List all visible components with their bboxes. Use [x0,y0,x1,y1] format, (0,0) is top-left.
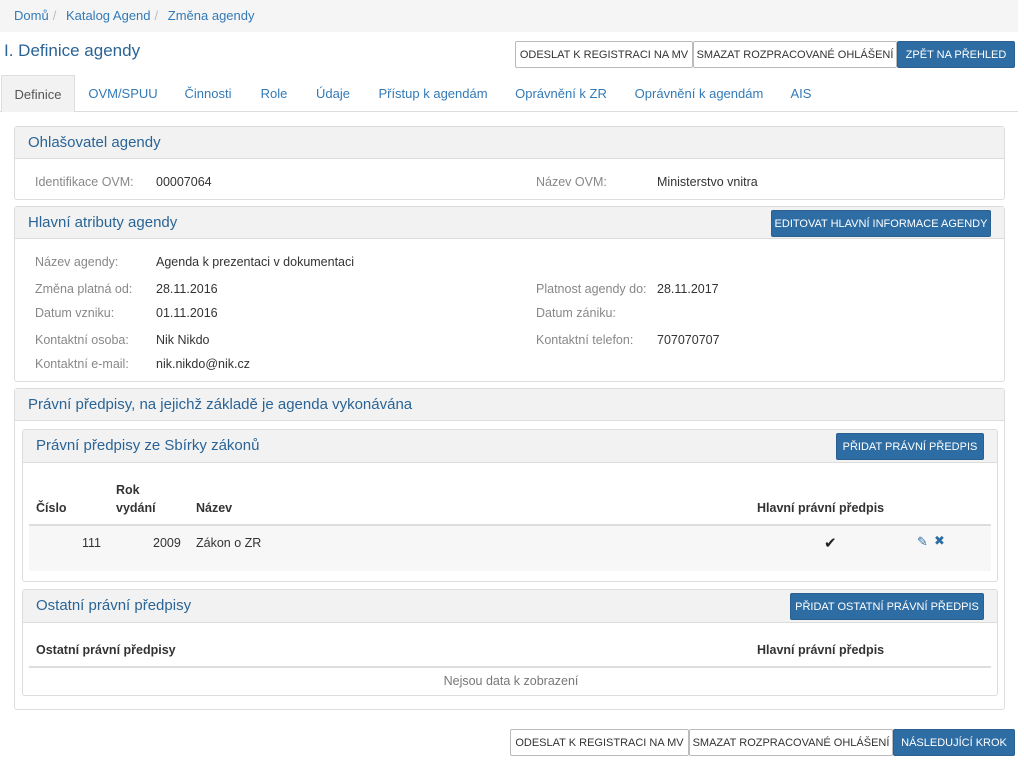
edit-pencil-icon[interactable]: ✎ [917,534,928,550]
other-laws-panel: Ostatní právní předpisy PŘIDAT OSTATNÍ P… [22,589,998,696]
table-row: 111 2009 Zákon o ZR ✔ ✎ ✖ [29,526,991,571]
edit-main-info-button[interactable]: EDITOVAT HLAVNÍ INFORMACE AGENDY [771,210,991,237]
col-other-main-header: Hlavní právní předpis [757,643,885,657]
contact-email-value: nik.nikdo@nik.cz [156,357,250,371]
ovm-name-label: Název OVM: [536,175,607,189]
send-to-registration-button[interactable]: ODESLAT K REGISTRACI NA MV [515,41,693,68]
contact-person-value: Nik Nikdo [156,333,210,347]
main-attributes-panel: Hlavní atributy agendy EDITOVAT HLAVNÍ I… [14,206,1005,382]
delete-draft-button[interactable]: SMAZAT ROZPRACOVANÉ OHLÁŠENÍ [693,41,897,68]
breadcrumb-separator: / [52,8,57,23]
next-step-button[interactable]: NÁSLEDUJÍCÍ KROK [893,729,1015,756]
validity-value: 28.11.2017 [657,282,719,296]
delete-x-icon[interactable]: ✖ [934,533,945,549]
tab-opravneni-k-zr[interactable]: Oprávnění k ZR [508,75,614,112]
collection-laws-panel: Právní předpisy ze Sbírky zákonů PŘIDAT … [22,429,998,582]
contact-phone-value: 707070707 [657,333,720,347]
bottom-send-to-registration-button[interactable]: ODESLAT K REGISTRACI NA MV [510,729,689,756]
breadcrumb-home[interactable]: Domů [14,8,49,23]
col-name-header: Název [196,501,233,515]
page-title: I. Definice agendy [4,41,141,60]
contact-email-label: Kontaktní e-mail: [35,357,129,371]
add-other-law-button[interactable]: PŘIDAT OSTATNÍ PRÁVNÍ PŘEDPIS [790,593,984,620]
row-number: 111 [82,536,102,550]
validity-label: Platnost agendy do: [536,282,647,296]
col-year-header-line2: vydání [116,501,156,515]
add-law-button[interactable]: PŘIDAT PRÁVNÍ PŘEDPIS [836,433,984,460]
announcer-panel: Ohlašovatel agendy Identifikace OVM: 000… [14,126,1005,200]
tab-cinnosti[interactable]: Činnosti [176,75,240,112]
agenda-name-label: Název agendy: [35,255,119,269]
legal-panel: Právní předpisy, na jejichž základě je a… [14,388,1005,710]
col-year-header-line1: Rok [116,483,140,497]
table-header-divider [29,666,991,668]
bottom-delete-draft-button[interactable]: SMAZAT ROZPRACOVANÉ OHLÁŠENÍ [689,729,893,756]
tab-udaje[interactable]: Údaje [308,75,358,112]
tab-definice[interactable]: Definice [1,75,75,112]
created-value: 01.11.2016 [156,306,218,320]
tab-pristup-k-agendam[interactable]: Přístup k agendám [372,75,494,112]
col-other-name-header: Ostatní právní předpisy [36,643,176,657]
ovm-name-value: Ministerstvo vnitra [657,175,758,189]
tab-opravneni-k-agendam[interactable]: Oprávnění k agendám [628,75,770,112]
created-label: Datum vzniku: [35,306,115,320]
empty-table-message: Nejsou data k zobrazení [443,674,579,688]
tab-ais[interactable]: AIS [784,75,818,112]
breadcrumb: Domů / Katalog Agend / Změna agendy [0,0,1018,32]
contact-phone-label: Kontaktní telefon: [536,333,634,347]
back-to-overview-button[interactable]: ZPĚT NA PŘEHLED [897,41,1015,68]
tab-bar: Definice OVM/SPUU Činnosti Role Údaje Př… [0,75,1018,112]
legal-panel-title: Právní předpisy, na jejichž základě je a… [15,389,1004,421]
ovm-id-value: 00007064 [156,175,212,189]
breadcrumb-catalog[interactable]: Katalog Agend [66,8,151,23]
col-main-header: Hlavní právní předpis [757,501,885,515]
breadcrumb-current[interactable]: Změna agendy [168,8,255,23]
ovm-id-label: Identifikace OVM: [35,175,134,189]
tab-ovm-spuu[interactable]: OVM/SPUU [80,75,166,112]
breadcrumb-separator: / [154,8,159,23]
end-date-label: Datum zániku: [536,306,616,320]
tab-role[interactable]: Role [252,75,296,112]
change-valid-value: 28.11.2016 [156,282,218,296]
check-icon: ✔ [824,535,837,552]
change-valid-label: Změna platná od: [35,282,133,296]
contact-person-label: Kontaktní osoba: [35,333,129,347]
announcer-panel-title: Ohlašovatel agendy [15,127,1004,159]
col-number-header: Číslo [36,501,67,515]
row-year: 2009 [153,536,181,550]
row-name: Zákon o ZR [196,536,262,550]
agenda-name-value: Agenda k prezentaci v dokumentaci [156,255,355,269]
